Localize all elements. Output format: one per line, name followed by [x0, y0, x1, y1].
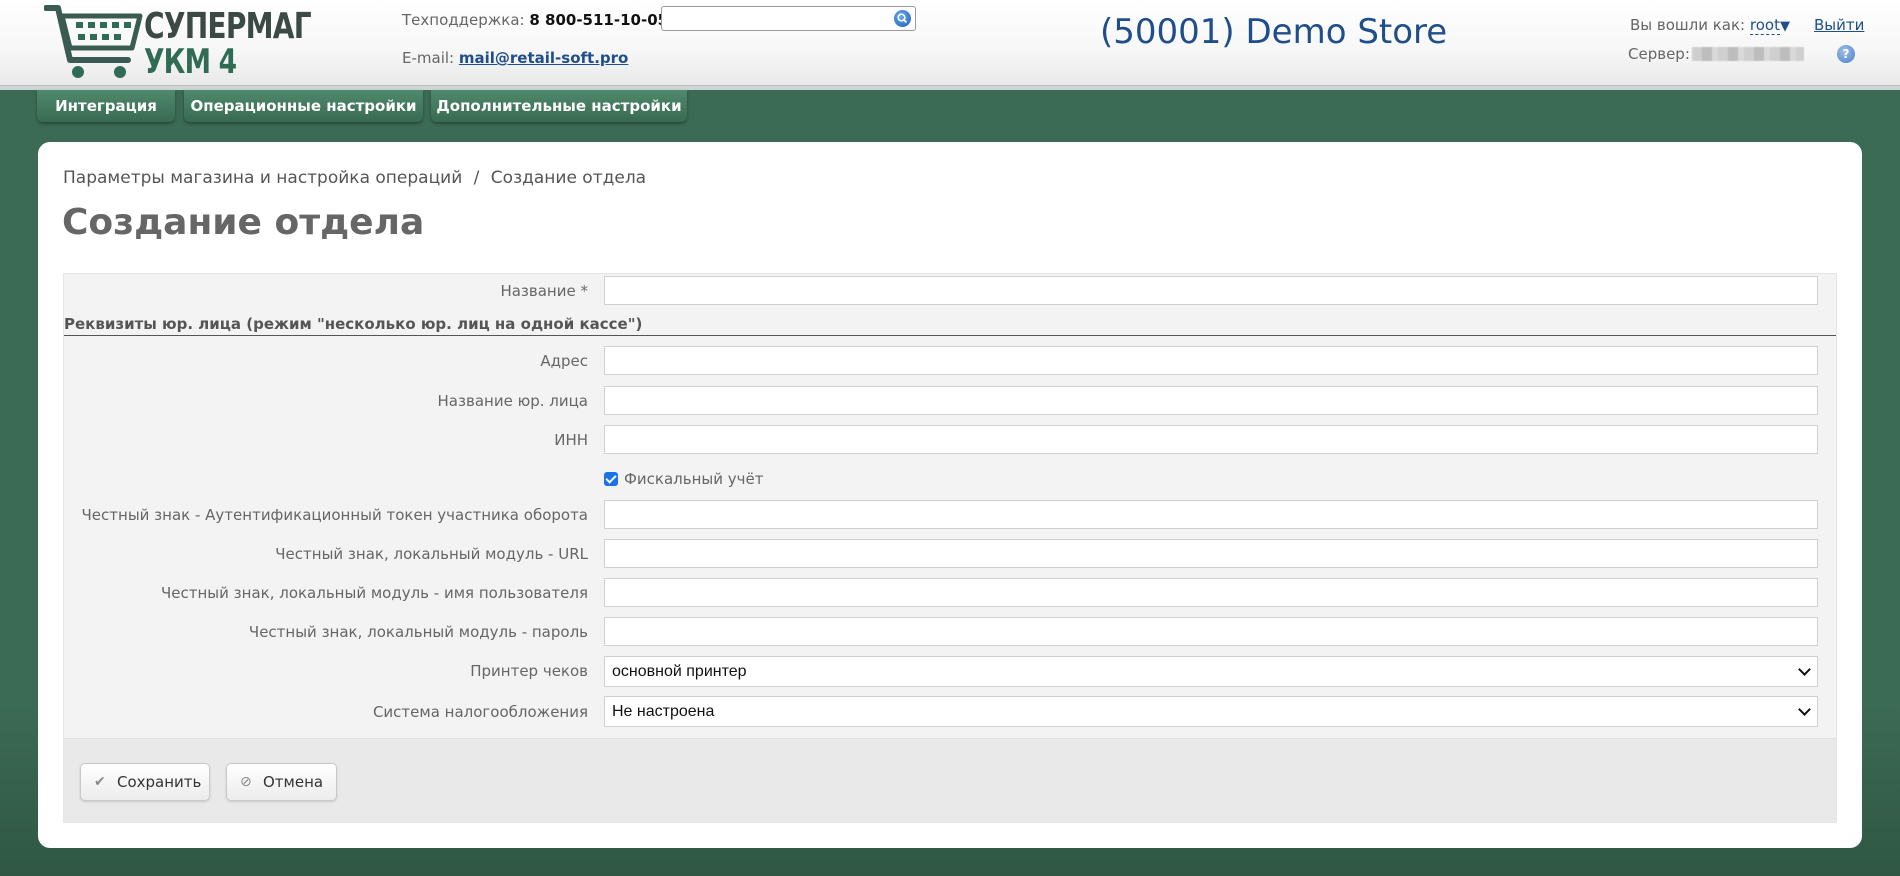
legal-name-label: Название юр. лица	[437, 392, 588, 410]
support-label: Техподдержка:	[402, 11, 525, 29]
store-title: (50001) Demo Store	[1100, 12, 1448, 52]
address-field-wrap	[604, 346, 1818, 375]
cancel-button[interactable]: ⊘ Отмена	[226, 763, 337, 801]
email-info: E-mail: mail@retail-soft.pro	[402, 49, 628, 67]
fiscal-checkbox[interactable]	[604, 472, 618, 486]
name-label: Название *	[500, 282, 588, 300]
chevron-down-icon[interactable]: ▼	[1780, 19, 1790, 34]
module-url-input[interactable]	[605, 540, 1817, 567]
module-password-label: Честный знак, локальный модуль - пароль	[248, 623, 588, 641]
tax-system-label: Система налогообложения	[372, 703, 588, 721]
address-input[interactable]	[605, 347, 1817, 374]
tab-additional-settings[interactable]: Дополнительные настройки	[431, 90, 687, 122]
server-label: Сервер:	[1628, 45, 1690, 63]
login-info: Вы вошли как: root▼	[1630, 16, 1790, 35]
cancel-icon: ⊘	[240, 774, 252, 790]
support-phone: 8 800-511-10-05	[529, 11, 669, 29]
cancel-button-label: Отмена	[263, 773, 324, 791]
form-actions: ✔ Сохранить ⊘ Отмена	[64, 738, 1836, 822]
logo-title: СУПЕРМАГ	[144, 6, 312, 47]
module-username-field-wrap	[604, 578, 1818, 607]
chevron-down-icon	[1798, 663, 1811, 676]
section-legal-entity: Реквизиты юр. лица (режим "несколько юр.…	[64, 315, 1836, 336]
breadcrumb-separator: /	[473, 168, 480, 188]
name-field-wrap	[604, 276, 1818, 305]
page-title: Создание отдела	[62, 202, 425, 243]
fiscal-label[interactable]: Фискальный учёт	[624, 470, 763, 488]
department-form: Название * Реквизиты юр. лица (режим "не…	[63, 273, 1837, 823]
token-field-wrap	[604, 500, 1818, 529]
printer-label: Принтер чеков	[470, 662, 588, 680]
legal-name-field-wrap	[604, 386, 1818, 415]
inn-input[interactable]	[605, 426, 1817, 453]
logo-subtitle: УКМ 4	[144, 42, 237, 82]
token-input[interactable]	[605, 501, 1817, 528]
cart-logo-icon	[43, 5, 143, 78]
save-button[interactable]: ✔ Сохранить	[80, 763, 210, 801]
content-panel: Параметры магазина и настройка операций …	[38, 142, 1862, 848]
inn-field-wrap	[604, 425, 1818, 454]
tab-operational-settings[interactable]: Операционные настройки	[184, 90, 423, 122]
legal-name-input[interactable]	[605, 387, 1817, 414]
module-username-input[interactable]	[605, 579, 1817, 606]
login-label: Вы вошли как:	[1630, 16, 1746, 34]
search-input[interactable]	[666, 8, 891, 30]
search-box	[661, 6, 916, 31]
address-label: Адрес	[540, 352, 588, 370]
save-button-label: Сохранить	[117, 773, 202, 791]
breadcrumb-parent[interactable]: Параметры магазина и настройка операций	[63, 168, 462, 188]
inn-label: ИНН	[554, 431, 588, 449]
check-icon: ✔	[94, 774, 106, 790]
module-url-field-wrap	[604, 539, 1818, 568]
search-icon[interactable]	[894, 10, 911, 27]
token-label: Честный знак - Аутентификационный токен …	[81, 506, 588, 524]
breadcrumb-current: Создание отдела	[490, 168, 647, 188]
name-input[interactable]	[605, 277, 1817, 304]
printer-select[interactable]: основной принтер	[604, 656, 1818, 687]
breadcrumb: Параметры магазина и настройка операций …	[63, 168, 646, 188]
help-icon[interactable]: ?	[1837, 45, 1855, 63]
chevron-down-icon	[1798, 703, 1811, 716]
fiscal-checkbox-row: Фискальный учёт	[604, 470, 763, 488]
tab-integration[interactable]: Интеграция	[37, 90, 175, 122]
tax-system-select-value: Не настроена	[612, 703, 715, 720]
tax-system-select[interactable]: Не настроена	[604, 696, 1818, 727]
support-info: Техподдержка: 8 800-511-10-05	[402, 11, 668, 29]
module-username-label: Честный знак, локальный модуль - имя пол…	[161, 584, 588, 602]
module-url-label: Честный знак, локальный модуль - URL	[275, 545, 588, 563]
server-name-redacted	[1692, 47, 1804, 61]
app-header: СУПЕРМАГ УКМ 4 Техподдержка: 8 800-511-1…	[0, 0, 1900, 90]
logout-link[interactable]: Выйти	[1814, 16, 1864, 34]
module-password-input[interactable]	[605, 618, 1817, 645]
email-link[interactable]: mail@retail-soft.pro	[459, 49, 628, 67]
user-menu[interactable]: root	[1749, 16, 1780, 35]
printer-select-value: основной принтер	[612, 663, 747, 680]
module-password-field-wrap	[604, 617, 1818, 646]
email-label: E-mail:	[402, 49, 455, 67]
logo[interactable]: СУПЕРМАГ УКМ 4	[43, 2, 312, 82]
